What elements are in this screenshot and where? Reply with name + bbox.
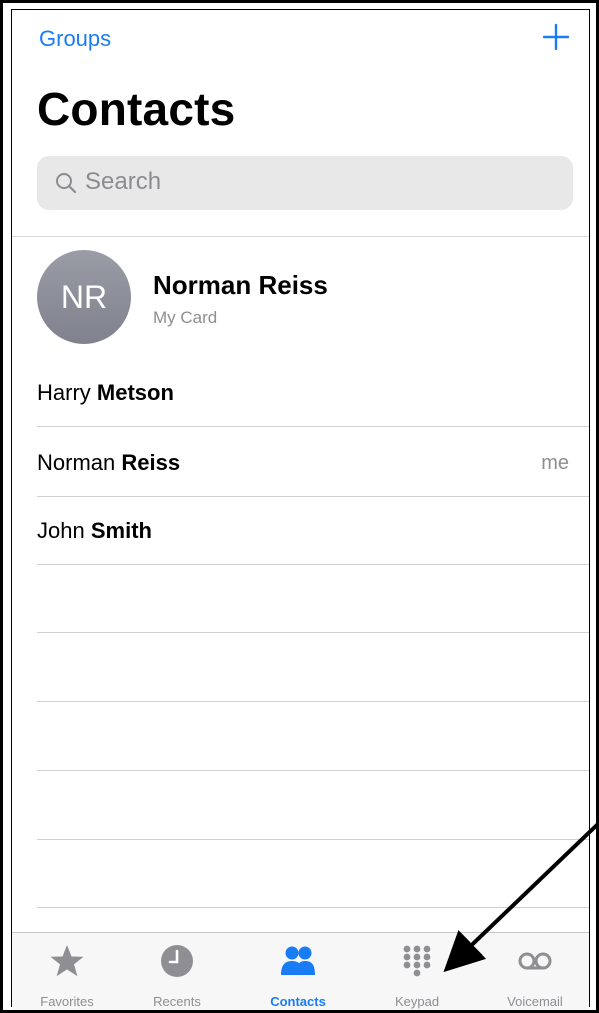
search-placeholder: Search bbox=[85, 168, 162, 195]
me-tag: me bbox=[541, 452, 569, 474]
search-icon bbox=[56, 173, 77, 194]
contact-first-name: Norman bbox=[37, 450, 116, 475]
contact-last-name: Smith bbox=[90, 518, 152, 543]
contact-name: Harry Metson bbox=[37, 380, 174, 406]
voicemail-icon bbox=[518, 952, 552, 970]
row-divider bbox=[37, 564, 589, 565]
groups-button[interactable]: Groups bbox=[39, 26, 111, 52]
row-divider bbox=[37, 426, 589, 427]
contact-name: John Smith bbox=[37, 518, 152, 544]
tab-recents[interactable]: Recents bbox=[122, 933, 232, 1010]
contact-first-name: Harry bbox=[37, 380, 91, 405]
plus-icon[interactable] bbox=[541, 22, 571, 52]
search-field[interactable]: Search bbox=[37, 156, 573, 210]
contact-first-name: John bbox=[37, 518, 85, 543]
tab-bar: Favorites Recents Contacts Keypad Voicem… bbox=[12, 932, 590, 1010]
contact-last-name: Metson bbox=[96, 380, 174, 405]
empty-row-divider bbox=[37, 839, 589, 840]
tab-label: Contacts bbox=[270, 994, 326, 1009]
tab-contacts[interactable]: Contacts bbox=[243, 933, 353, 1010]
avatar: NR bbox=[37, 250, 131, 344]
empty-row-divider bbox=[37, 701, 589, 702]
tab-voicemail[interactable]: Voicemail bbox=[480, 933, 590, 1010]
empty-row-divider bbox=[37, 907, 589, 908]
empty-row-divider bbox=[37, 770, 589, 771]
contact-row-harry-metson[interactable]: Harry Metson bbox=[37, 358, 596, 426]
tab-keypad[interactable]: Keypad bbox=[362, 933, 472, 1010]
screen: Groups Contacts Search NR Norman Reiss M… bbox=[11, 9, 590, 1010]
my-card-subtitle: My Card bbox=[153, 308, 218, 327]
tab-favorites[interactable]: Favorites bbox=[12, 933, 122, 1010]
tab-label: Voicemail bbox=[507, 994, 563, 1009]
header-divider bbox=[12, 236, 589, 237]
star-icon bbox=[50, 945, 84, 977]
keypad-icon bbox=[403, 945, 431, 977]
my-card-name: Norman Reiss bbox=[153, 270, 328, 300]
my-card[interactable]: NR Norman Reiss My Card bbox=[37, 250, 577, 350]
tab-label: Recents bbox=[153, 994, 201, 1009]
tab-label: Favorites bbox=[40, 994, 94, 1009]
contact-name: Norman Reiss bbox=[37, 450, 180, 476]
contact-row-norman-reiss[interactable]: Norman Reiss me bbox=[37, 428, 596, 496]
contact-row-john-smith[interactable]: John Smith bbox=[37, 496, 596, 564]
empty-row-divider bbox=[37, 632, 589, 633]
contact-last-name: Reiss bbox=[121, 450, 181, 475]
contacts-icon bbox=[281, 946, 315, 975]
tab-label: Keypad bbox=[394, 994, 440, 1009]
page-title: Contacts bbox=[37, 83, 236, 135]
clock-icon bbox=[161, 945, 193, 977]
phone-screenshot-frame: Groups Contacts Search NR Norman Reiss M… bbox=[0, 0, 599, 1013]
